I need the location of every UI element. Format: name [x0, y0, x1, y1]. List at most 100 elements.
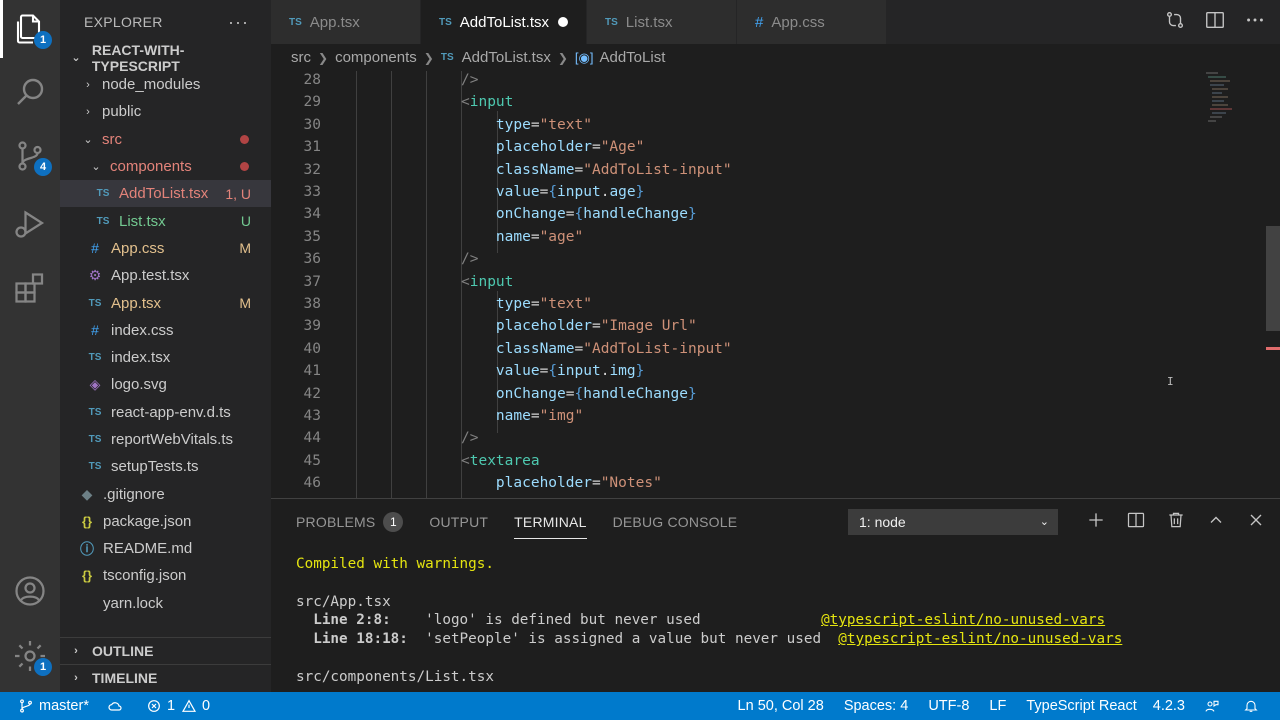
- trash-icon[interactable]: [1166, 510, 1186, 535]
- breadcrumb-file[interactable]: AddToList.tsx: [462, 49, 551, 66]
- chevron-right-icon: ❯: [423, 50, 434, 65]
- split-editor-icon[interactable]: [1204, 9, 1226, 36]
- code-editor[interactable]: 28/> 29 <input 30 type="text" 31 placeholder…: [271, 71, 1280, 498]
- tree-file[interactable]: TS App.tsx M: [60, 289, 271, 316]
- tree-file[interactable]: ⓘ README.md: [60, 535, 271, 562]
- terminal-output[interactable]: Compiled with warnings. src/App.tsx Line…: [296, 555, 1122, 687]
- tab-app-tsx[interactable]: TS App.tsx: [271, 0, 421, 44]
- tree-file[interactable]: ◆ .gitignore: [60, 480, 271, 507]
- maximize-panel-icon[interactable]: [1206, 510, 1226, 535]
- more-actions-icon[interactable]: ···: [228, 12, 249, 33]
- extensions-icon[interactable]: [12, 270, 48, 306]
- minimap[interactable]: [1204, 71, 1234, 131]
- tree-file[interactable]: ⚙ App.test.tsx: [60, 262, 271, 289]
- tab-terminal[interactable]: TERMINAL: [514, 499, 587, 545]
- tree-file[interactable]: TS react-app-env.d.ts: [60, 399, 271, 426]
- branch-indicator[interactable]: master*: [0, 692, 98, 720]
- typescript-icon: TS: [88, 297, 102, 309]
- tree-file[interactable]: TS AddToList.tsx 1, U: [60, 180, 271, 208]
- line-number: 43: [303, 408, 321, 424]
- feedback-button[interactable]: [1195, 692, 1234, 720]
- sync-button[interactable]: [98, 692, 137, 720]
- code-line: 31 placeholder="Age": [271, 136, 1171, 158]
- tree-file[interactable]: TS List.tsx U: [60, 207, 271, 234]
- tree-file[interactable]: # App.css M: [60, 235, 271, 262]
- tree-file[interactable]: TS reportWebVitals.ts: [60, 426, 271, 453]
- cursor-position[interactable]: Ln 50, Col 28: [729, 692, 834, 720]
- tree-file[interactable]: {} tsconfig.json: [60, 562, 271, 589]
- tree-label: node_modules: [102, 76, 201, 94]
- problems-indicator[interactable]: 1 0: [137, 692, 219, 720]
- code-line: 36 />: [271, 248, 1171, 270]
- line-number: 29: [303, 94, 321, 111]
- tree-file[interactable]: TS setupTests.ts: [60, 453, 271, 480]
- settings-gear-icon[interactable]: 1: [12, 638, 52, 676]
- unsaved-dot-icon[interactable]: [558, 17, 568, 27]
- tree-label: App.tsx: [111, 294, 162, 312]
- tree-file[interactable]: yarn.lock: [60, 590, 271, 617]
- tree-folder[interactable]: ⌄ src: [60, 126, 271, 153]
- vertical-scrollbar[interactable]: [1266, 226, 1280, 331]
- breadcrumb-src[interactable]: src: [291, 49, 311, 66]
- tab-list-tsx[interactable]: TS List.tsx: [587, 0, 737, 44]
- close-panel-icon[interactable]: [1246, 510, 1266, 535]
- tab-label: PROBLEMS: [296, 514, 376, 530]
- tree-label: package.json: [103, 512, 192, 530]
- outline-section[interactable]: › OUTLINE: [60, 637, 271, 664]
- tree-label: logo.svg: [111, 376, 167, 394]
- typescript-icon: TS: [88, 406, 102, 418]
- chevron-right-icon: ›: [74, 672, 78, 684]
- tree-file[interactable]: TS index.tsx: [60, 344, 271, 371]
- breadcrumb-components[interactable]: components: [335, 49, 417, 66]
- svg-file-icon: ◈: [89, 376, 101, 393]
- typescript-version[interactable]: 4.2.3: [1147, 692, 1195, 720]
- tree-folder[interactable]: ⌄ components: [60, 153, 271, 180]
- notifications-button[interactable]: [1234, 692, 1280, 720]
- code-line: 35 name="age": [271, 226, 1171, 248]
- breadcrumb-symbol[interactable]: AddToList: [599, 49, 665, 66]
- indentation[interactable]: Spaces: 4: [834, 692, 919, 720]
- end-of-line[interactable]: LF: [979, 692, 1016, 720]
- chevron-right-icon: ›: [74, 645, 78, 657]
- git-status-badge: M: [239, 295, 251, 312]
- project-header[interactable]: ⌄ REACT-WITH-TYPESCRIPT: [60, 42, 271, 74]
- account-icon[interactable]: [12, 573, 48, 609]
- tab-output[interactable]: OUTPUT: [429, 499, 488, 545]
- more-actions-icon[interactable]: [1244, 9, 1266, 36]
- source-control-icon[interactable]: 4: [12, 138, 52, 176]
- tree-file[interactable]: {} package.json: [60, 508, 271, 535]
- code-text: <input: [461, 273, 514, 290]
- typescript-icon: TS: [289, 16, 302, 28]
- text-cursor-icon: I: [1167, 375, 1174, 388]
- run-debug-icon[interactable]: [12, 205, 48, 241]
- tab-problems[interactable]: PROBLEMS 1: [296, 499, 404, 545]
- tab-addtolist-tsx[interactable]: TS AddToList.tsx: [421, 0, 587, 44]
- search-icon[interactable]: [12, 74, 48, 110]
- tree-folder[interactable]: › public: [60, 98, 271, 125]
- timeline-section[interactable]: › TIMELINE: [60, 664, 271, 691]
- tab-app-css[interactable]: # App.css: [737, 0, 887, 44]
- code-line: 46 placeholder="Notes": [271, 472, 1171, 494]
- modified-dot-icon: [240, 134, 249, 144]
- terminal-select-value: 1: node: [859, 514, 906, 530]
- encoding[interactable]: UTF-8: [918, 692, 979, 720]
- code-text: placeholder="Image Url": [495, 318, 697, 335]
- eslint-rule-link[interactable]: @typescript-eslint/no-unused-vars: [838, 631, 1122, 647]
- code-text: />: [461, 251, 479, 268]
- new-terminal-icon[interactable]: [1086, 510, 1106, 535]
- language-mode[interactable]: TypeScript React: [1016, 692, 1146, 720]
- tab-debug-console[interactable]: DEBUG CONSOLE: [613, 499, 738, 545]
- tree-file[interactable]: # index.css: [60, 317, 271, 344]
- tab-label: AddToList.tsx: [459, 13, 549, 31]
- error-marker: [1266, 347, 1280, 350]
- explorer-icon[interactable]: 1: [12, 11, 52, 49]
- compare-changes-icon[interactable]: [1164, 9, 1186, 36]
- typescript-icon: TS: [88, 352, 102, 364]
- tree-label: .gitignore: [103, 485, 165, 503]
- eslint-rule-link[interactable]: @typescript-eslint/no-unused-vars: [821, 612, 1105, 628]
- tree-folder[interactable]: › node_modules: [60, 71, 271, 98]
- terminal-select[interactable]: 1: node ⌄: [848, 509, 1058, 535]
- line-number: 30: [303, 116, 321, 133]
- tree-file[interactable]: ◈ logo.svg: [60, 371, 271, 398]
- split-terminal-icon[interactable]: [1126, 510, 1146, 535]
